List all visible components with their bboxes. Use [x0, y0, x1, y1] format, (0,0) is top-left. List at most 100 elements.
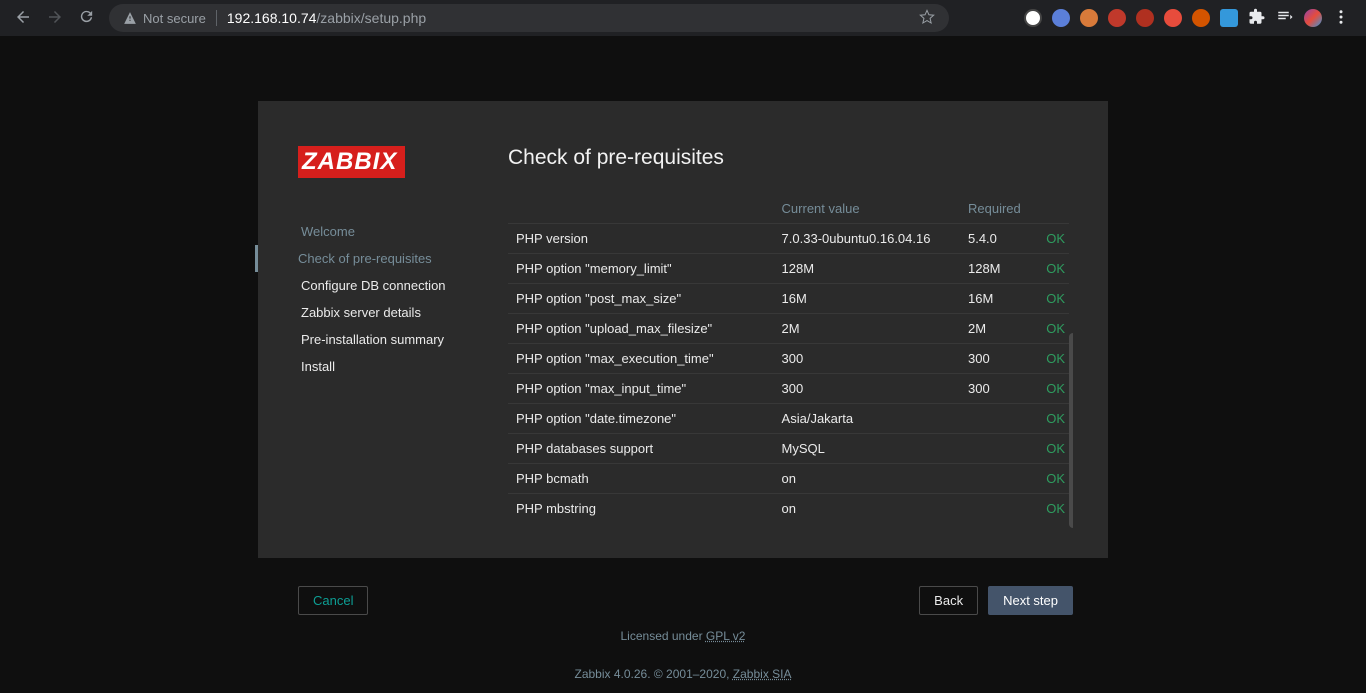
table-row: PHP option "upload_max_filesize"2M2MOK [508, 314, 1073, 344]
security-indicator[interactable]: Not secure [123, 11, 206, 26]
cell-name: PHP option "upload_max_filesize" [508, 314, 774, 344]
table-row: PHP option "max_input_time"300300OK [508, 374, 1073, 404]
step-prerequisites[interactable]: Check of pre-requisites [255, 245, 508, 272]
cell-current: 128M [774, 254, 960, 284]
browser-toolbar: Not secure 192.168.10.74/zabbix/setup.ph… [0, 0, 1366, 36]
extension-icons [1024, 8, 1350, 29]
cell-status: OK [1033, 464, 1073, 494]
company-link[interactable]: Zabbix SIA [733, 667, 792, 681]
table-row: PHP option "date.timezone"Asia/Jakarta OK [508, 404, 1073, 434]
cell-required [960, 494, 1033, 524]
cell-name: PHP option "max_input_time" [508, 374, 774, 404]
cell-current: MySQL [774, 434, 960, 464]
cell-required: 2M [960, 314, 1033, 344]
cell-status: OK [1033, 494, 1073, 524]
extension-icon[interactable] [1108, 9, 1126, 27]
separator [216, 10, 217, 26]
extension-icon[interactable] [1220, 9, 1238, 27]
cell-current: 2M [774, 314, 960, 344]
cell-name: PHP version [508, 224, 774, 254]
button-row: Cancel Back Next step [258, 558, 1108, 615]
cell-current: on [774, 494, 960, 524]
cell-required: 128M [960, 254, 1033, 284]
page-body: ZABBIX Welcome Check of pre-requisites C… [0, 36, 1366, 693]
cell-name: PHP databases support [508, 434, 774, 464]
col-required: Required [960, 194, 1033, 224]
sidebar: ZABBIX Welcome Check of pre-requisites C… [258, 146, 508, 528]
back-button[interactable]: Back [919, 586, 978, 615]
step-welcome[interactable]: Welcome [298, 218, 508, 245]
license-link[interactable]: GPL v2 [706, 629, 746, 643]
cancel-button[interactable]: Cancel [298, 586, 368, 615]
profile-avatar[interactable] [1304, 9, 1322, 27]
url-text: 192.168.10.74/zabbix/setup.php [227, 10, 426, 26]
cell-status: OK [1033, 434, 1073, 464]
cell-status: OK [1033, 374, 1073, 404]
extension-icon[interactable] [1192, 9, 1210, 27]
back-icon[interactable] [14, 8, 32, 29]
cell-required: 300 [960, 344, 1033, 374]
bookmark-icon[interactable] [919, 9, 935, 28]
cell-required [960, 404, 1033, 434]
reload-icon[interactable] [78, 8, 95, 28]
prerequisites-table-wrap: Current value Required PHP version7.0.33… [508, 194, 1073, 528]
cell-name: PHP option "max_execution_time" [508, 344, 774, 374]
extension-icon[interactable] [1080, 9, 1098, 27]
next-button[interactable]: Next step [988, 586, 1073, 615]
table-row: PHP mbstringonOK [508, 494, 1073, 524]
cell-current: 300 [774, 344, 960, 374]
wizard-steps: Welcome Check of pre-requisites Configur… [298, 218, 508, 380]
cell-name: PHP option "memory_limit" [508, 254, 774, 284]
forward-icon[interactable] [46, 8, 64, 29]
cell-status: OK [1033, 284, 1073, 314]
cell-status: OK [1033, 254, 1073, 284]
extension-icon[interactable] [1024, 9, 1042, 27]
cell-current: 300 [774, 374, 960, 404]
cell-name: PHP bcmath [508, 464, 774, 494]
table-row: PHP bcmathon OK [508, 464, 1073, 494]
table-row: PHP option "memory_limit"128M128MOK [508, 254, 1073, 284]
col-name [508, 194, 774, 224]
table-row: PHP option "post_max_size"16M16MOK [508, 284, 1073, 314]
cell-name: PHP option "date.timezone" [508, 404, 774, 434]
cell-required: 5.4.0 [960, 224, 1033, 254]
setup-wizard: ZABBIX Welcome Check of pre-requisites C… [258, 101, 1108, 558]
cell-required [960, 434, 1033, 464]
cell-status: OK [1033, 404, 1073, 434]
zabbix-logo: ZABBIX [298, 146, 405, 178]
table-row: PHP databases supportMySQL OK [508, 434, 1073, 464]
extensions-icon[interactable] [1248, 8, 1266, 29]
step-summary[interactable]: Pre-installation summary [298, 326, 508, 353]
cell-status: OK [1033, 314, 1073, 344]
cell-required: 16M [960, 284, 1033, 314]
footer: Licensed under GPL v2 Zabbix 4.0.26. © 2… [0, 629, 1366, 681]
main-content: Check of pre-requisites Current value Re… [508, 146, 1073, 528]
address-bar[interactable]: Not secure 192.168.10.74/zabbix/setup.ph… [109, 4, 949, 32]
page-title: Check of pre-requisites [508, 146, 1073, 170]
cell-status: OK [1033, 224, 1073, 254]
col-current: Current value [774, 194, 960, 224]
step-install[interactable]: Install [298, 353, 508, 380]
scrollbar[interactable] [1069, 194, 1073, 528]
cell-current: on [774, 464, 960, 494]
prerequisites-table: Current value Required PHP version7.0.33… [508, 194, 1073, 523]
table-row: PHP option "max_execution_time"300300OK [508, 344, 1073, 374]
reading-list-icon[interactable] [1276, 8, 1294, 29]
table-row: PHP version7.0.33-0ubuntu0.16.04.165.4.0… [508, 224, 1073, 254]
not-secure-label: Not secure [143, 11, 206, 26]
scroll-thumb[interactable] [1069, 333, 1073, 528]
extension-icon[interactable] [1164, 9, 1182, 27]
extension-icon[interactable] [1052, 9, 1070, 27]
cell-required [960, 464, 1033, 494]
menu-icon[interactable] [1332, 8, 1350, 29]
step-server-details[interactable]: Zabbix server details [298, 299, 508, 326]
cell-status: OK [1033, 344, 1073, 374]
cell-current: 16M [774, 284, 960, 314]
cell-current: Asia/Jakarta [774, 404, 960, 434]
cell-name: PHP option "post_max_size" [508, 284, 774, 314]
col-status [1033, 194, 1073, 224]
cell-current: 7.0.33-0ubuntu0.16.04.16 [774, 224, 960, 254]
cell-required: 300 [960, 374, 1033, 404]
step-db-connection[interactable]: Configure DB connection [298, 272, 508, 299]
extension-icon[interactable] [1136, 9, 1154, 27]
